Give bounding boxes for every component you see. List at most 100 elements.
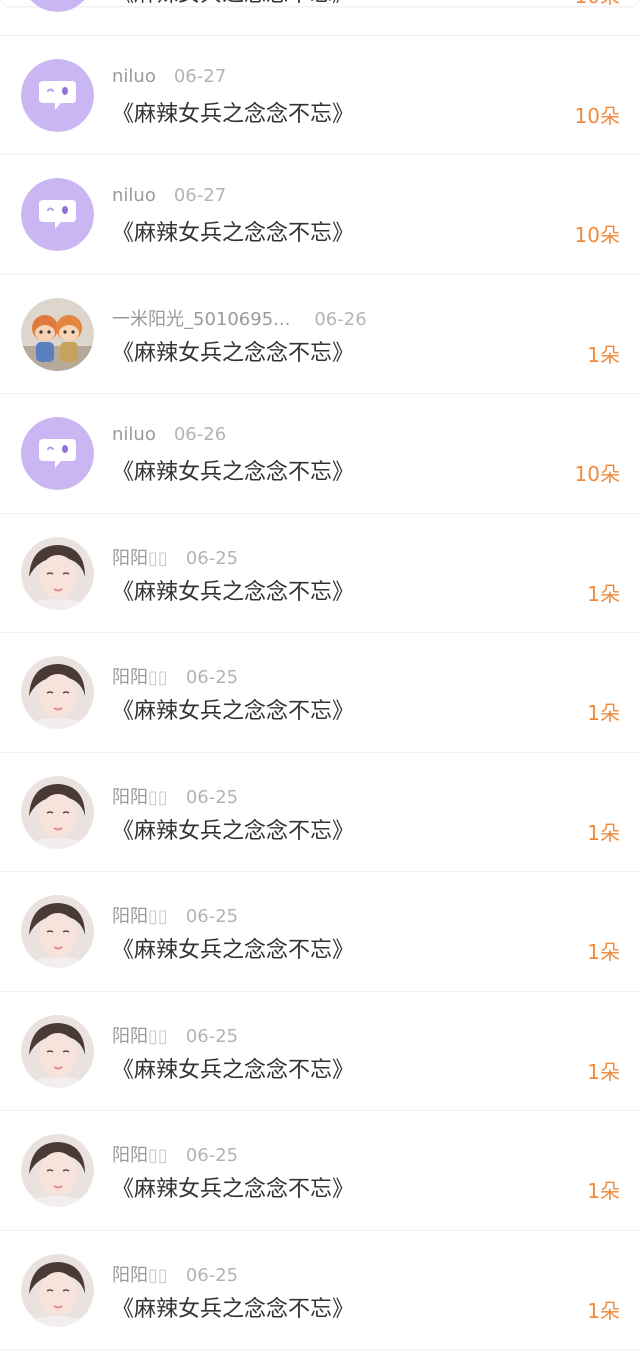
list-item[interactable]: 阳阳▯▯06-25 《麻辣女兵之念念不忘》 1朵: [0, 1111, 640, 1231]
sender-name[interactable]: niluo: [112, 424, 156, 445]
girl-photo-icon: [21, 895, 94, 968]
list-item[interactable]: niluo 06-27 《麻辣女兵之念念不忘》 10朵: [0, 155, 640, 275]
list-item[interactable]: 一米阳光_5010695... 06-26 《麻辣女兵之念念不忘》 1朵: [0, 275, 640, 395]
chat-bubble-icon: [21, 178, 94, 251]
flower-count: 10朵: [575, 219, 620, 248]
avatar[interactable]: [21, 537, 94, 610]
chat-bubble-icon: [21, 0, 94, 12]
sender-line: 阳阳▯▯ 06-25: [112, 663, 238, 689]
avatar[interactable]: [21, 656, 94, 729]
flower-count: 10朵: [575, 0, 620, 9]
sender-line: niluo 06-26: [112, 424, 226, 445]
avatar[interactable]: [21, 417, 94, 490]
sender-name[interactable]: 阳阳: [112, 667, 148, 688]
book-title[interactable]: 《麻辣女兵之念念不忘》: [112, 693, 354, 725]
book-title[interactable]: 《麻辣女兵之念念不忘》: [112, 454, 354, 486]
sender-line: 一米阳光_5010695... 06-26: [112, 305, 367, 331]
sender-name[interactable]: 阳阳: [112, 1265, 148, 1286]
flower-count: 1朵: [587, 1175, 620, 1204]
flower-count: 1朵: [587, 936, 620, 965]
gift-date: 06-25: [186, 1265, 238, 1286]
gift-date: 06-25: [186, 906, 238, 927]
avatar[interactable]: [21, 298, 94, 371]
book-title[interactable]: 《麻辣女兵之念念不忘》: [112, 335, 354, 367]
chat-bubble-icon: [21, 59, 94, 132]
girl-photo-icon: [21, 537, 94, 610]
flower-count: 10朵: [575, 458, 620, 487]
list-item[interactable]: niluo 06-27 《麻辣女兵之念念不忘》 10朵: [0, 36, 640, 156]
flower-count: 1朵: [587, 578, 620, 607]
gift-date: 06-25: [186, 787, 238, 808]
avatar[interactable]: [21, 1015, 94, 1088]
sender-name[interactable]: 阳阳: [112, 787, 148, 808]
book-title[interactable]: 《麻辣女兵之念念不忘》: [112, 96, 354, 128]
flower-count: 1朵: [587, 817, 620, 846]
gift-date: 06-25: [186, 1026, 238, 1047]
gift-date: 06-26: [174, 424, 226, 445]
gift-date: 06-25: [186, 1145, 238, 1166]
girl-photo-icon: [21, 656, 94, 729]
girl-photo-icon: [21, 1015, 94, 1088]
sender-name[interactable]: niluo: [112, 66, 156, 87]
girl-photo-icon: [21, 776, 94, 849]
flower-count: 1朵: [587, 697, 620, 726]
list-item[interactable]: 阳阳▯▯ 06-25 《麻辣女兵之念念不忘》 1朵: [0, 992, 640, 1112]
sender-line: 阳阳▯▯ 06-25: [112, 783, 238, 809]
gift-record-list: niluo 06-27 《麻辣女兵之念念不忘》 10朵 niluo 06-27 《麻…: [0, 0, 640, 1350]
sender-name[interactable]: niluo: [112, 185, 156, 206]
emoji-glyph-icon: ▯▯: [148, 667, 168, 688]
book-title[interactable]: 《麻辣女兵之念念不忘》: [112, 1052, 354, 1084]
book-title[interactable]: 《麻辣女兵之念念不忘》: [112, 215, 354, 247]
emoji-glyph-icon: ▯▯: [148, 787, 168, 808]
list-item[interactable]: niluo06-27 《麻辣女兵之念念不忘》 10朵: [0, 0, 640, 36]
gift-date: 06-25: [186, 667, 238, 688]
chat-bubble-icon: [21, 417, 94, 490]
list-item[interactable]: 阳阳▯▯ 06-25 《麻辣女兵之念念不忘》 1朵: [0, 514, 640, 634]
book-title[interactable]: 《麻辣女兵之念念不忘》: [112, 574, 354, 606]
sender-line: 阳阳▯▯ 06-25: [112, 1022, 238, 1048]
emoji-glyph-icon: ▯▯: [148, 906, 168, 927]
list-item[interactable]: 阳阳▯▯ 06-25 《麻辣女兵之念念不忘》 1朵: [0, 872, 640, 992]
avatar[interactable]: [21, 1254, 94, 1327]
dolls-photo-icon: [21, 298, 94, 371]
gift-date: 06-25: [186, 548, 238, 569]
flower-count: 10朵: [575, 100, 620, 129]
list-item[interactable]: 阳阳▯▯ 06-25 《麻辣女兵之念念不忘》 1朵: [0, 753, 640, 873]
emoji-glyph-icon: ▯▯: [148, 1265, 168, 1286]
avatar[interactable]: [21, 59, 94, 132]
girl-photo-icon: [21, 1254, 94, 1327]
gift-date: 06-27: [174, 66, 226, 87]
gift-date: 06-26: [314, 309, 366, 330]
sender-name[interactable]: 阳阳: [112, 906, 148, 927]
emoji-glyph-icon: ▯▯: [148, 1026, 168, 1047]
book-title[interactable]: 《麻辣女兵之念念不忘》: [112, 932, 354, 964]
list-item[interactable]: niluo 06-26 《麻辣女兵之念念不忘》 10朵: [0, 394, 640, 514]
sender-line: niluo 06-27: [112, 66, 226, 87]
sender-line: 阳阳▯▯ 06-25: [112, 544, 238, 570]
sender-name[interactable]: 阳阳: [112, 1026, 148, 1047]
avatar[interactable]: [21, 0, 94, 12]
sender-line: 阳阳▯▯06-25: [112, 1141, 238, 1167]
sender-name[interactable]: 阳阳: [112, 548, 148, 569]
girl-photo-icon: [21, 1134, 94, 1207]
avatar[interactable]: [21, 895, 94, 968]
book-title[interactable]: 《麻辣女兵之念念不忘》: [112, 1291, 354, 1323]
book-title[interactable]: 《麻辣女兵之念念不忘》: [112, 813, 354, 845]
avatar[interactable]: [21, 178, 94, 251]
sender-name[interactable]: 一米阳光_5010695...: [112, 309, 290, 330]
book-title[interactable]: 《麻辣女兵之念念不忘》: [112, 0, 354, 8]
avatar[interactable]: [21, 1134, 94, 1207]
emoji-glyph-icon: ▯▯: [148, 548, 168, 569]
list-item[interactable]: 阳阳▯▯ 06-25 《麻辣女兵之念念不忘》 1朵: [0, 633, 640, 753]
flower-count: 1朵: [587, 339, 620, 368]
sender-name[interactable]: 阳阳: [112, 1145, 148, 1166]
sender-line: niluo 06-27: [112, 185, 226, 206]
flower-count: 1朵: [587, 1056, 620, 1085]
flower-count: 1朵: [587, 1295, 620, 1324]
sender-line: 阳阳▯▯ 06-25: [112, 902, 238, 928]
book-title[interactable]: 《麻辣女兵之念念不忘》: [112, 1171, 354, 1203]
list-item[interactable]: 阳阳▯▯ 06-25 《麻辣女兵之念念不忘》 1朵: [0, 1231, 640, 1350]
gift-date: 06-27: [174, 185, 226, 206]
sender-line: 阳阳▯▯ 06-25: [112, 1261, 238, 1287]
avatar[interactable]: [21, 776, 94, 849]
